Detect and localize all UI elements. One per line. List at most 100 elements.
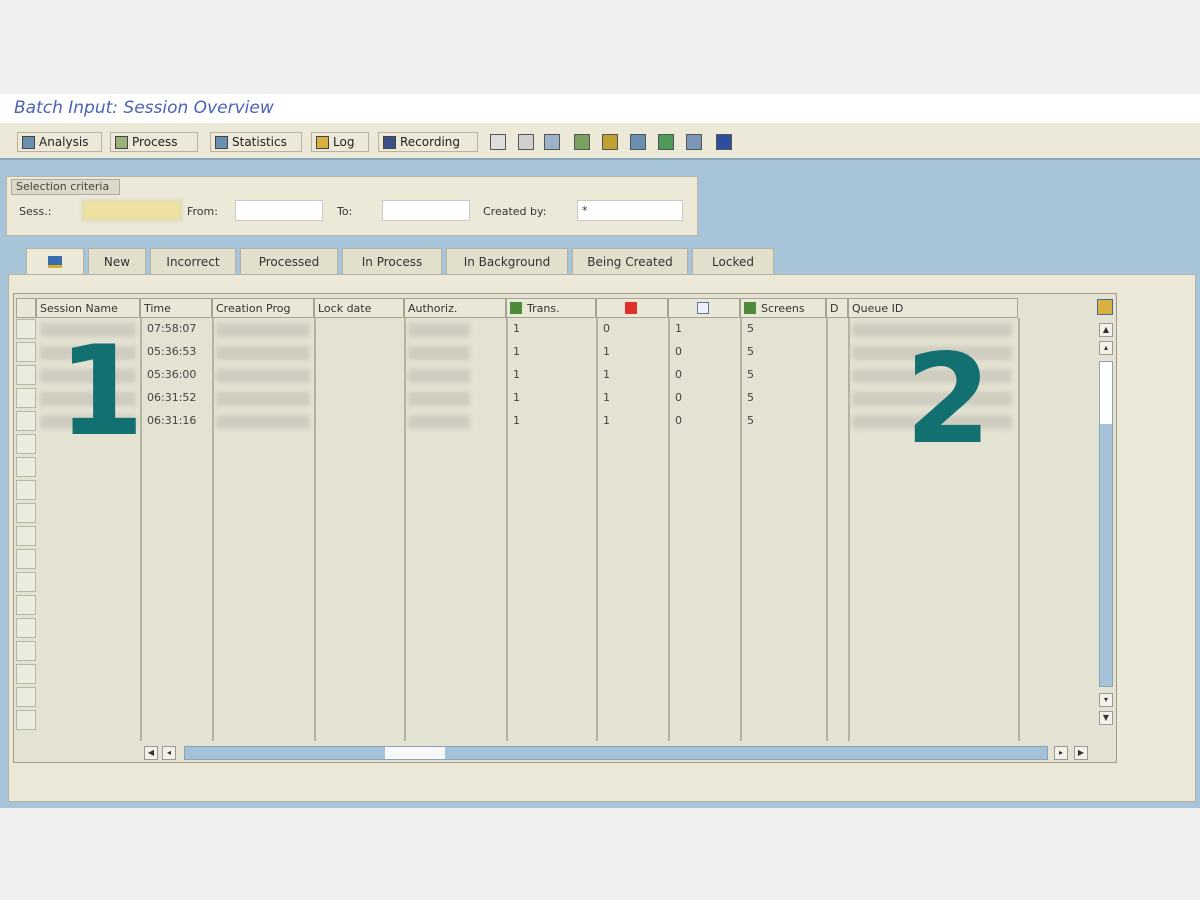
horizontal-scrollbar[interactable]: ◀ ◂ ▸ ▶ xyxy=(14,741,1116,762)
tab-processed[interactable]: Processed xyxy=(240,248,338,274)
creation-prog-redacted xyxy=(216,323,310,337)
column-divider xyxy=(404,318,406,744)
row-selector[interactable] xyxy=(16,411,36,431)
print-icon[interactable] xyxy=(630,134,646,150)
row-selector[interactable] xyxy=(16,365,36,385)
recording-button[interactable]: Recording xyxy=(378,132,478,152)
scroll-top-icon[interactable]: ▲ xyxy=(1099,323,1113,337)
scroll-left-icon[interactable]: ◂ xyxy=(162,746,176,760)
row-selector[interactable] xyxy=(16,526,36,546)
creation-prog-redacted xyxy=(216,369,310,383)
row-selector[interactable] xyxy=(16,434,36,454)
error-count-cell: 1 xyxy=(603,414,610,427)
screen-title: Batch Input: Session Overview xyxy=(14,98,274,118)
creation-prog-redacted xyxy=(216,392,310,406)
process-icon xyxy=(115,135,128,149)
log-icon xyxy=(316,135,329,149)
column-header[interactable]: Queue ID xyxy=(848,298,1018,318)
log-button[interactable]: Log xyxy=(311,132,369,152)
export-icon[interactable] xyxy=(658,134,674,150)
row-selector[interactable] xyxy=(16,710,36,730)
selection-criteria-group: Selection criteria Sess.: From: To: Crea… xyxy=(6,176,698,236)
column-header[interactable]: D xyxy=(826,298,848,318)
column-header[interactable]: Authoriz. xyxy=(404,298,506,318)
row-selector[interactable] xyxy=(16,549,36,569)
analysis-button[interactable]: Analysis xyxy=(17,132,102,152)
authorization-redacted xyxy=(408,415,470,429)
tab-new[interactable]: New xyxy=(88,248,146,274)
tab-incorrect[interactable]: Incorrect xyxy=(150,248,236,274)
row-selector[interactable] xyxy=(16,457,36,477)
transactions-icon xyxy=(510,302,522,314)
column-header[interactable]: Trans. xyxy=(506,298,596,318)
row-selector[interactable] xyxy=(16,664,36,684)
application-toolbar: Analysis Process Statistics Log Recordin… xyxy=(0,123,1200,160)
column-header[interactable] xyxy=(668,298,740,318)
row-selector[interactable] xyxy=(16,595,36,615)
processed-count-cell: 0 xyxy=(675,345,682,358)
scroll-up-icon[interactable]: ▴ xyxy=(1099,341,1113,355)
column-header[interactable] xyxy=(596,298,668,318)
recording-icon xyxy=(383,135,396,149)
delete-icon[interactable] xyxy=(490,134,506,150)
column-divider xyxy=(668,318,670,744)
row-selector[interactable] xyxy=(16,388,36,408)
row-selector[interactable] xyxy=(16,572,36,592)
row-selector[interactable] xyxy=(16,641,36,661)
column-header[interactable]: Creation Prog xyxy=(212,298,314,318)
session-name-input[interactable] xyxy=(82,200,182,221)
authorization-redacted xyxy=(408,346,470,360)
column-divider xyxy=(314,318,316,744)
unlock-icon[interactable] xyxy=(544,134,560,150)
process-button[interactable]: Process xyxy=(110,132,198,152)
to-date-input[interactable] xyxy=(382,200,470,221)
column-header[interactable]: Screens xyxy=(740,298,826,318)
sort-ascending-icon[interactable] xyxy=(574,134,590,150)
screens-cell: 5 xyxy=(747,414,754,427)
scroll-right-icon[interactable]: ▸ xyxy=(1054,746,1068,760)
row-selector[interactable] xyxy=(16,480,36,500)
statistics-button[interactable]: Statistics xyxy=(210,132,302,152)
tab-in-process[interactable]: In Process xyxy=(342,248,442,274)
column-header[interactable]: Time xyxy=(140,298,212,318)
screens-cell: 5 xyxy=(747,368,754,381)
column-divider xyxy=(212,318,214,744)
scroll-down-icon[interactable]: ▾ xyxy=(1099,693,1113,707)
horizontal-scroll-track[interactable] xyxy=(184,746,1048,760)
info-icon[interactable] xyxy=(716,134,732,150)
time-cell: 05:36:00 xyxy=(147,368,197,381)
tab-locked[interactable]: Locked xyxy=(692,248,774,274)
from-date-input[interactable] xyxy=(235,200,323,221)
column-divider xyxy=(826,318,828,744)
processed-count-cell: 0 xyxy=(675,414,682,427)
layout-icon[interactable] xyxy=(686,134,702,150)
processed-count-cell: 0 xyxy=(675,368,682,381)
creation-prog-redacted xyxy=(216,415,310,429)
scroll-first-icon[interactable]: ◀ xyxy=(144,746,158,760)
row-selector[interactable] xyxy=(16,503,36,523)
row-selector[interactable] xyxy=(16,319,36,339)
tab-all[interactable] xyxy=(26,248,84,275)
scroll-bottom-icon[interactable]: ▼ xyxy=(1099,711,1113,725)
time-cell: 06:31:52 xyxy=(147,391,197,404)
column-header[interactable]: Session Name xyxy=(36,298,140,318)
filter-icon[interactable] xyxy=(602,134,618,150)
all-sessions-icon xyxy=(48,256,62,268)
scroll-last-icon[interactable]: ▶ xyxy=(1074,746,1088,760)
column-divider xyxy=(848,318,850,744)
tab-being-created[interactable]: Being Created xyxy=(572,248,688,274)
horizontal-scroll-thumb[interactable] xyxy=(385,747,445,759)
authorization-redacted xyxy=(408,369,470,383)
lock-icon[interactable] xyxy=(518,134,534,150)
tab-in-background[interactable]: In Background xyxy=(446,248,568,274)
select-all-header[interactable] xyxy=(16,298,36,318)
row-selector[interactable] xyxy=(16,618,36,638)
vertical-scroll-track[interactable] xyxy=(1099,361,1113,687)
created-by-input[interactable]: * xyxy=(577,200,683,221)
vertical-scroll-thumb[interactable] xyxy=(1100,362,1112,424)
column-settings-icon[interactable] xyxy=(1097,299,1113,315)
row-selector[interactable] xyxy=(16,687,36,707)
statistics-icon xyxy=(215,135,228,149)
column-header[interactable]: Lock date xyxy=(314,298,404,318)
row-selector[interactable] xyxy=(16,342,36,362)
